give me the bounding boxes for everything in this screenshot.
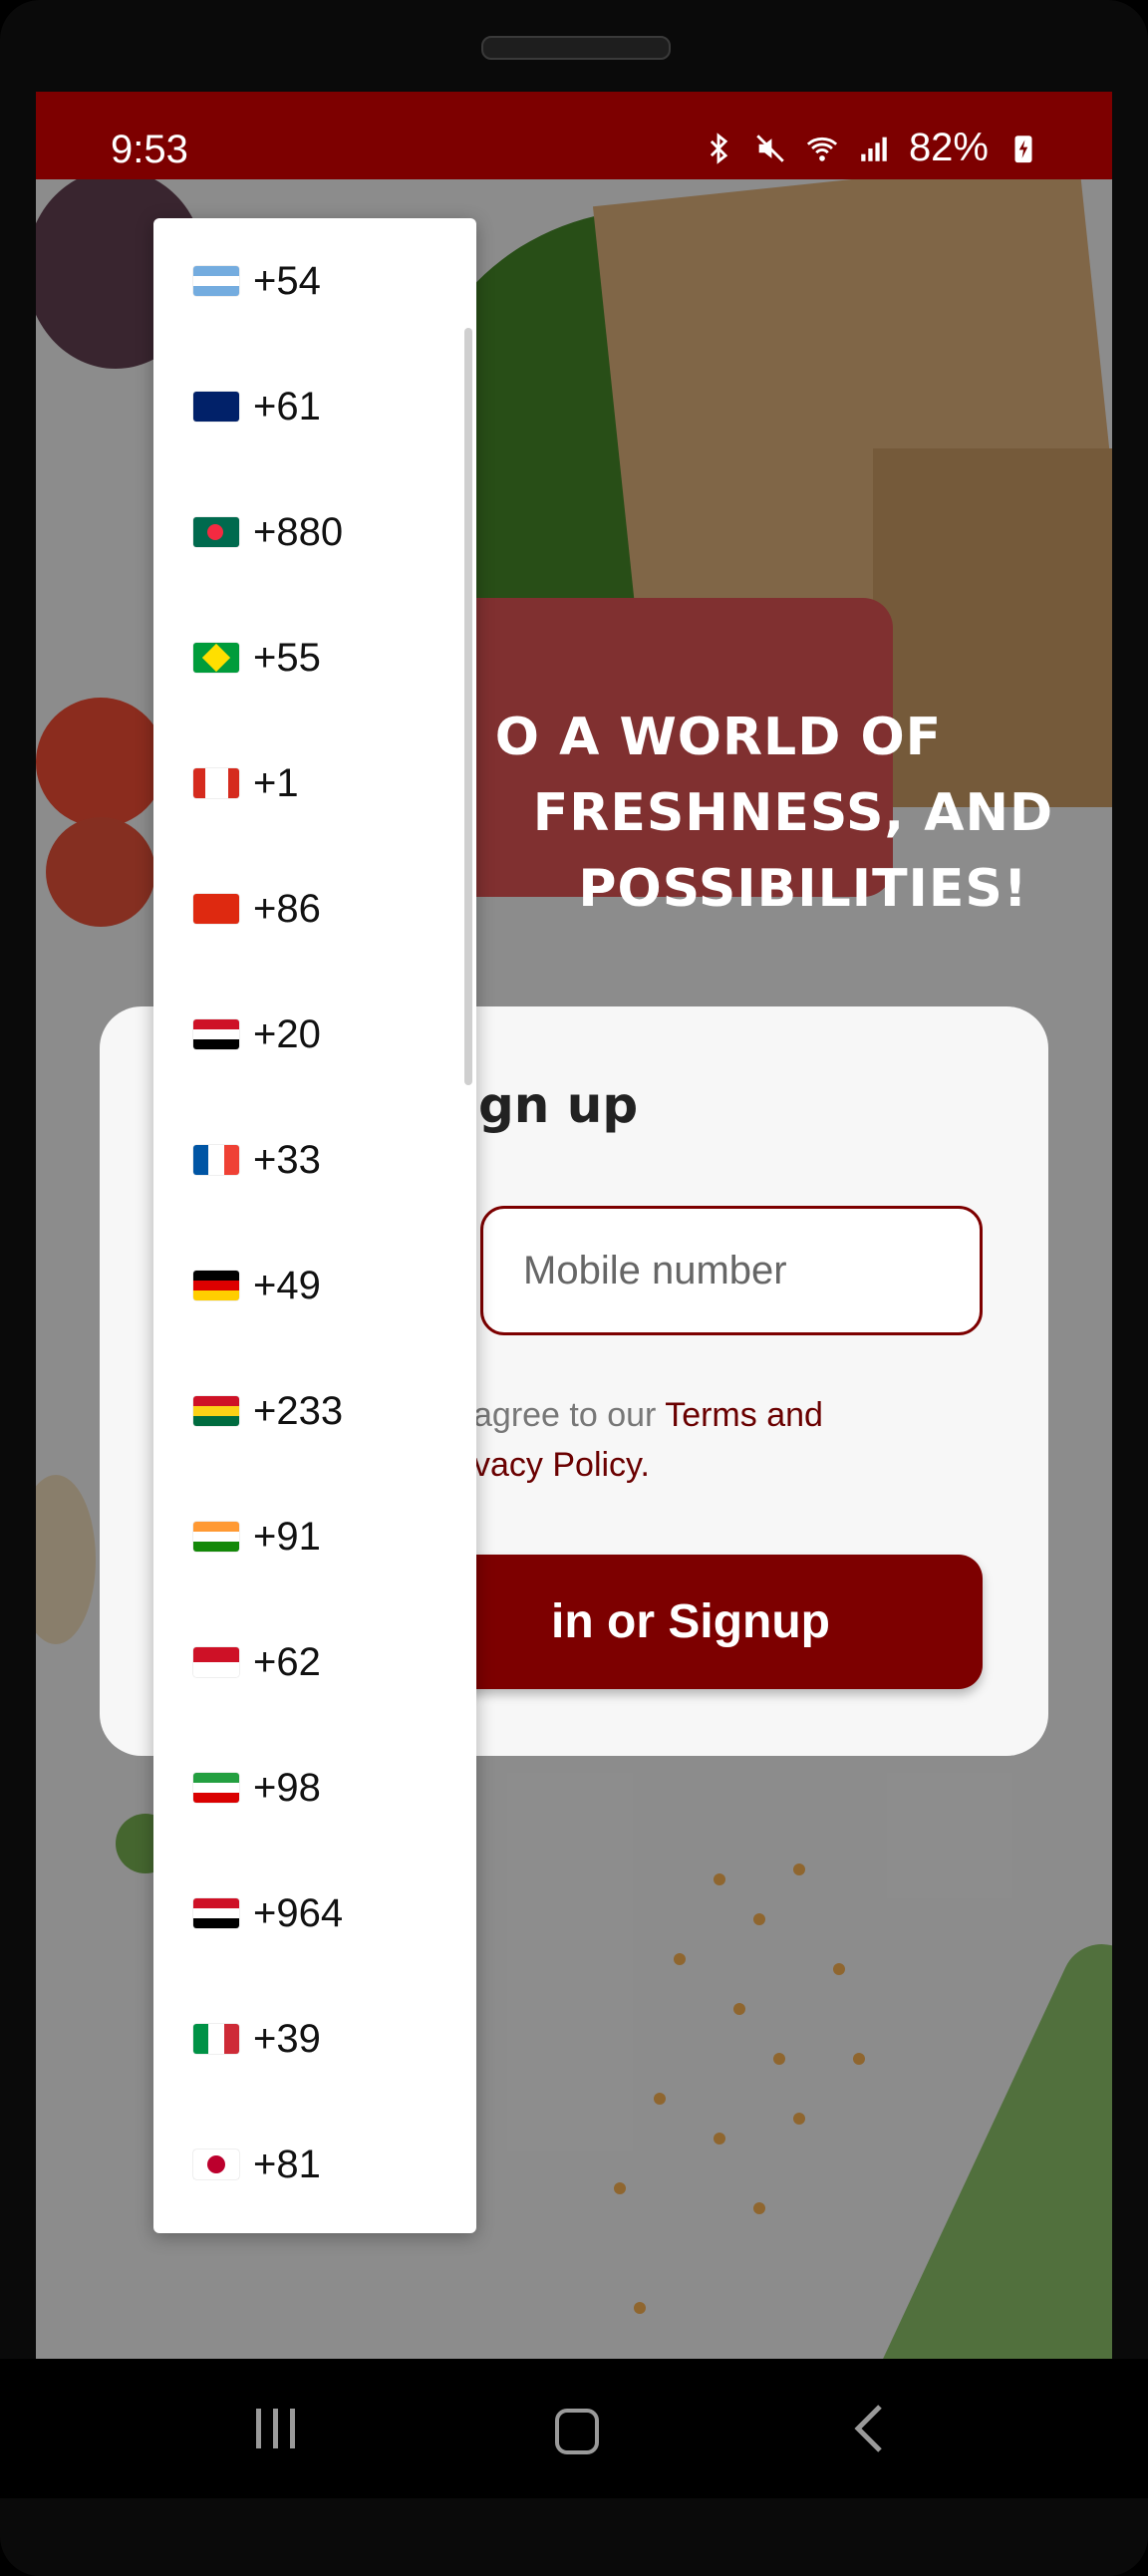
country-code-label: +1: [253, 760, 299, 805]
country-code-label: +33: [253, 1137, 321, 1182]
mobile-number-input[interactable]: [480, 1206, 983, 1335]
system-nav-bar: [0, 2359, 1148, 2498]
country-option-china[interactable]: +86: [153, 846, 476, 972]
bangladesh-flag-icon: [193, 517, 239, 547]
france-flag-icon: [193, 1145, 239, 1175]
country-code-label: +91: [253, 1514, 321, 1559]
australia-flag-icon: [193, 392, 239, 422]
phone-frame: 9:53 82% O A WORLD OF FRESHNESS, AND POS…: [0, 0, 1148, 2576]
italy-flag-icon: [193, 2024, 239, 2054]
country-option-brazil[interactable]: +55: [153, 595, 476, 720]
signal-icon: [861, 137, 887, 161]
china-flag-icon: [193, 894, 239, 924]
country-option-bangladesh[interactable]: +880: [153, 469, 476, 595]
country-option-france[interactable]: +33: [153, 1097, 476, 1223]
iraq-flag-icon: [193, 1898, 239, 1928]
country-code-label: +20: [253, 1011, 321, 1056]
country-code-label: +81: [253, 2142, 321, 2186]
back-icon[interactable]: [840, 2399, 920, 2458]
country-code-label: +61: [253, 384, 321, 429]
home-icon[interactable]: [535, 2399, 615, 2458]
status-bar: 9:53 82%: [36, 92, 1112, 179]
germany-flag-icon: [193, 1271, 239, 1300]
terms-link[interactable]: Terms and: [665, 1396, 823, 1434]
terms-prefix: agree to our: [473, 1396, 666, 1434]
country-code-label: +39: [253, 2016, 321, 2061]
country-code-label: +880: [253, 509, 344, 554]
mute-icon: [756, 134, 784, 162]
country-option-ghana[interactable]: +233: [153, 1348, 476, 1474]
canada-flag-icon: [193, 768, 239, 798]
japan-flag-icon: [193, 2149, 239, 2179]
country-option-germany[interactable]: +49: [153, 1223, 476, 1348]
country-option-iran[interactable]: +98: [153, 1725, 476, 1851]
country-code-label: +55: [253, 635, 321, 680]
country-code-label: +62: [253, 1639, 321, 1684]
wifi-icon: [806, 137, 838, 161]
bluetooth-icon: [710, 132, 728, 164]
privacy-policy-link[interactable]: vacy Policy.: [473, 1446, 650, 1484]
indonesia-flag-icon: [193, 1647, 239, 1677]
ghana-flag-icon: [193, 1396, 239, 1426]
country-option-indonesia[interactable]: +62: [153, 1599, 476, 1725]
country-code-label: +233: [253, 1388, 344, 1433]
country-option-argentina[interactable]: +54: [153, 218, 476, 344]
country-code-label: +964: [253, 1890, 344, 1935]
status-icons: 82%: [702, 126, 1040, 170]
speaker-grille: [481, 36, 671, 60]
country-option-iraq[interactable]: +964: [153, 1851, 476, 1976]
country-option-india[interactable]: +91: [153, 1474, 476, 1599]
battery-charging-icon: [1014, 135, 1032, 162]
country-option-egypt[interactable]: +20: [153, 972, 476, 1097]
brazil-flag-icon: [193, 643, 239, 673]
egypt-flag-icon: [193, 1019, 239, 1049]
recent-apps-icon[interactable]: [236, 2399, 316, 2458]
country-code-label: +54: [253, 258, 321, 303]
status-time: 9:53: [111, 128, 188, 171]
country-code-label: +86: [253, 886, 321, 931]
country-code-label: +98: [253, 1765, 321, 1810]
country-option-australia[interactable]: +61: [153, 344, 476, 469]
battery-percent: 82%: [908, 126, 989, 169]
iran-flag-icon: [193, 1773, 239, 1803]
country-code-label: +49: [253, 1263, 321, 1307]
country-option-canada[interactable]: +1: [153, 720, 476, 846]
india-flag-icon: [193, 1522, 239, 1552]
country-option-italy[interactable]: +39: [153, 1976, 476, 2102]
country-option-japan[interactable]: +81: [153, 2102, 476, 2227]
screen: 9:53 82% O A WORLD OF FRESHNESS, AND POS…: [36, 92, 1112, 2359]
country-code-dropdown[interactable]: +54 +61 +880 +55 +1 +86 +20 +33 +49 +233…: [153, 218, 476, 2233]
terms-text: agree to our Terms and vacy Policy.: [473, 1390, 992, 1490]
argentina-flag-icon: [193, 266, 239, 296]
